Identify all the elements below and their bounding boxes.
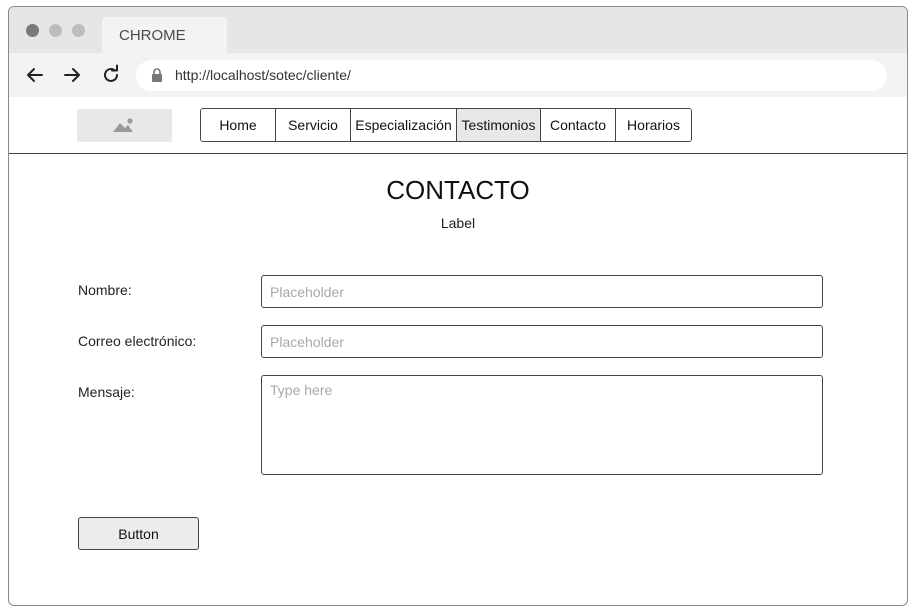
main-nav: Home Servicio Especialización Testimonio… [200,108,692,142]
close-window-dot[interactable] [26,24,39,37]
nav-item-especializacion[interactable]: Especialización [351,109,457,141]
message-label: Mensaje: [78,384,135,400]
tab-title: CHROME [119,27,186,44]
lock-icon [150,68,164,82]
browser-toolbar: http://localhost/sotec/cliente/ [9,53,907,98]
submit-button[interactable]: Button [78,517,199,550]
nav-item-contacto[interactable]: Contacto [541,109,616,141]
reload-icon[interactable] [100,64,122,86]
page-subtitle: Label [440,215,476,231]
browser-window: CHROME http://localhost/sotec/cliente/ H… [8,6,908,606]
nav-item-home[interactable]: Home [201,109,276,141]
maximize-window-dot[interactable] [72,24,85,37]
page-title: CONTACTO [386,175,530,205]
arrow-left-icon[interactable] [24,64,46,86]
name-input[interactable] [261,275,823,308]
minimize-window-dot[interactable] [49,24,62,37]
arrow-right-icon[interactable] [61,64,83,86]
url-text: http://localhost/sotec/cliente/ [175,67,351,83]
browser-tab[interactable]: CHROME [102,17,227,53]
address-bar[interactable]: http://localhost/sotec/cliente/ [136,60,887,91]
image-placeholder-icon [113,118,133,132]
email-input[interactable] [261,325,823,358]
nav-item-horarios[interactable]: Horarios [616,109,691,141]
message-textarea[interactable] [261,375,823,475]
nav-item-testimonios[interactable]: Testimonios [457,109,541,141]
logo-placeholder[interactable] [77,109,172,142]
site-header: Home Servicio Especialización Testimonio… [9,97,907,154]
tab-bar: CHROME [9,7,907,53]
nav-item-servicio[interactable]: Servicio [276,109,351,141]
name-label: Nombre: [78,282,132,298]
email-label: Correo electrónico: [78,333,197,349]
